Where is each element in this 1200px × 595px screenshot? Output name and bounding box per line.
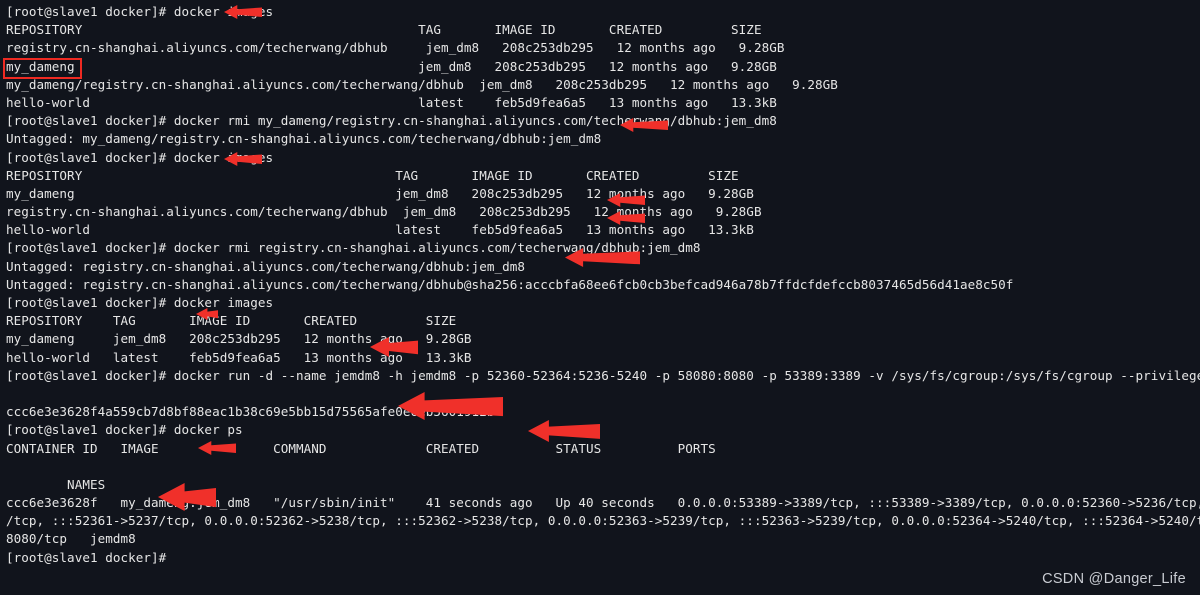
- terminal-line: hello-world latest feb5d9fea6a5 13 month…: [6, 222, 754, 238]
- terminal-line: Untagged: my_dameng/registry.cn-shanghai…: [6, 131, 602, 147]
- terminal-line: Untagged: registry.cn-shanghai.aliyuncs.…: [6, 258, 525, 274]
- terminal-output[interactable]: [root@slave1 docker]# docker images REPOS…: [0, 0, 1200, 567]
- terminal-line: CONTAINER ID IMAGE COMMAND CREATED STATU…: [6, 440, 716, 456]
- terminal-line: Untagged: registry.cn-shanghai.aliyuncs.…: [6, 276, 1014, 292]
- terminal-line: NAMES: [6, 476, 106, 492]
- terminal-line: [root@slave1 docker]#: [6, 549, 167, 565]
- terminal-line: [root@slave1 docker]# docker rmi registr…: [6, 240, 701, 256]
- terminal-line: ccc6e3e3628f4a559cb7d8bf88eac1b38c69e5bb…: [6, 404, 495, 420]
- terminal-line: REPOSITORY TAG IMAGE ID CREATED SIZE: [6, 313, 457, 329]
- terminal-line: hello-world latest feb5d9fea6a5 13 month…: [6, 94, 777, 110]
- terminal-line: [root@slave1 docker]# docker images: [6, 149, 274, 165]
- terminal-line: [root@slave1 docker]# docker run -d --na…: [6, 367, 1200, 383]
- terminal-line: registry.cn-shanghai.aliyuncs.com/techer…: [6, 204, 762, 220]
- terminal-line: hello-world latest feb5d9fea6a5 13 month…: [6, 349, 472, 365]
- terminal-line: my_dameng jem_dm8 208c253db295 12 months…: [6, 185, 754, 201]
- terminal-line: my_dameng/registry.cn-shanghai.aliyuncs.…: [6, 76, 838, 92]
- terminal-screenshot: [root@slave1 docker]# docker images REPOS…: [0, 0, 1200, 595]
- terminal-line: /tcp, :::52361->5237/tcp, 0.0.0.0:52362-…: [6, 513, 1200, 529]
- terminal-line: REPOSITORY TAG IMAGE ID CREATED SIZE: [6, 167, 739, 183]
- terminal-line: my_dameng jem_dm8 208c253db295 12 months…: [6, 331, 472, 347]
- terminal-line: ccc6e3e3628f my_dameng:jem_dm8 "/usr/sbi…: [6, 495, 1200, 511]
- terminal-line: [root@slave1 docker]# docker rmi my_dame…: [6, 113, 777, 129]
- terminal-line: 8080/tcp jemdm8: [6, 531, 136, 547]
- terminal-line: [root@slave1 docker]# docker images: [6, 295, 274, 310]
- terminal-line: [root@slave1 docker]# docker ps: [6, 422, 243, 438]
- terminal-line: registry.cn-shanghai.aliyuncs.com/techer…: [6, 40, 785, 56]
- terminal-line: [root@slave1 docker]# docker images: [6, 4, 274, 19]
- watermark: CSDN @Danger_Life: [1042, 571, 1186, 587]
- terminal-line: my_dameng jem_dm8 208c253db295 12 months…: [6, 58, 777, 74]
- terminal-line: REPOSITORY TAG IMAGE ID CREATED SIZE: [6, 22, 762, 38]
